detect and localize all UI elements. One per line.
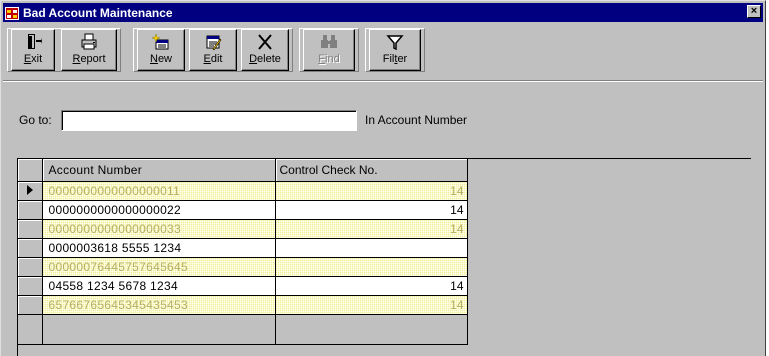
delete-x-icon bbox=[242, 33, 288, 51]
column-header-control-check[interactable]: Control Check No. bbox=[275, 159, 468, 182]
toolbar: Exit Report New Edit Delete Find Filter bbox=[3, 24, 763, 76]
header-row: Account Number Control Check No. bbox=[18, 159, 468, 182]
column-header-account-number[interactable]: Account Number bbox=[42, 159, 276, 182]
table-row[interactable]: 0000000000000000033 14 bbox=[18, 219, 468, 239]
close-button[interactable]: × bbox=[747, 5, 761, 18]
filter-button[interactable]: Filter bbox=[369, 29, 421, 71]
table-row[interactable]: 04558 1234 5678 1234 14 bbox=[18, 276, 468, 296]
empty-cell bbox=[275, 314, 468, 345]
find-button-label: Find bbox=[318, 53, 340, 65]
accounts-table: Account Number Control Check No. 0000000… bbox=[18, 159, 468, 345]
row-selector[interactable] bbox=[18, 257, 43, 277]
new-button-label: New bbox=[149, 53, 172, 65]
row-selector[interactable] bbox=[18, 238, 43, 258]
table-row[interactable]: 0000007644575764564​5 bbox=[18, 257, 468, 277]
account-number-cell[interactable]: 0000000000000000022 bbox=[42, 200, 276, 220]
printer-icon bbox=[62, 33, 116, 51]
binoculars-icon bbox=[304, 33, 354, 51]
report-button-label: Report bbox=[72, 53, 106, 65]
table-row-empty bbox=[18, 314, 468, 345]
exit-door-icon bbox=[12, 33, 54, 51]
edit-button[interactable]: Edit bbox=[189, 29, 237, 71]
table-row[interactable]: 0000003618 5555 1234 bbox=[18, 238, 468, 258]
current-row-arrow-icon bbox=[26, 184, 34, 198]
account-number-cell[interactable]: 0000000000000000033 bbox=[42, 219, 276, 239]
control-check-cell[interactable]: 14 bbox=[275, 295, 468, 315]
app-window: Bad Account Maintenance × Exit Report Ne… bbox=[0, 0, 766, 356]
toolbar-divider bbox=[3, 80, 763, 82]
table-row[interactable]: 0000000000000000022 14 bbox=[18, 200, 468, 220]
filter-button-label: Filter bbox=[382, 53, 408, 65]
control-check-cell[interactable]: 14 bbox=[275, 200, 468, 220]
account-number-cell[interactable]: 04558 1234 5678 1234 bbox=[42, 276, 276, 296]
new-record-icon bbox=[138, 33, 184, 51]
header-row-selector[interactable] bbox=[18, 159, 43, 182]
control-check-cell[interactable]: 14 bbox=[275, 181, 468, 201]
delete-button-label: Delete bbox=[249, 53, 281, 65]
account-number-cell[interactable]: 65766765645345435453 bbox=[42, 295, 276, 315]
report-button[interactable]: Report bbox=[61, 29, 117, 71]
table-row[interactable]: 65766765645345435453 14 bbox=[18, 295, 468, 315]
title-bar[interactable]: Bad Account Maintenance × bbox=[3, 3, 763, 22]
window-title: Bad Account Maintenance bbox=[23, 5, 173, 20]
goto-input[interactable] bbox=[61, 110, 357, 131]
edit-button-label: Edit bbox=[203, 53, 223, 65]
funnel-icon bbox=[370, 33, 420, 51]
row-selector[interactable] bbox=[18, 276, 43, 296]
control-check-cell[interactable] bbox=[275, 257, 468, 277]
delete-button[interactable]: Delete bbox=[241, 29, 289, 71]
edit-record-icon bbox=[190, 33, 236, 51]
app-grid-icon bbox=[5, 6, 19, 20]
account-number-cell[interactable]: 0000003618 5555 1234 bbox=[42, 238, 276, 258]
control-check-cell[interactable] bbox=[275, 238, 468, 258]
close-icon: × bbox=[750, 5, 758, 17]
exit-button[interactable]: Exit bbox=[11, 29, 55, 71]
row-selector[interactable] bbox=[18, 219, 43, 239]
empty-cell bbox=[42, 314, 276, 345]
row-selector[interactable] bbox=[18, 200, 43, 220]
table-row[interactable]: 0000000000000000011 14 bbox=[18, 181, 468, 201]
goto-label: Go to: bbox=[19, 113, 52, 127]
find-button[interactable]: Find bbox=[303, 29, 355, 71]
new-button[interactable]: New bbox=[137, 29, 185, 71]
row-selector-empty bbox=[18, 314, 43, 345]
account-number-cell[interactable]: 0000007644575764564​5 bbox=[42, 257, 276, 277]
goto-suffix-label: In Account Number bbox=[365, 113, 468, 127]
exit-button-label: Exit bbox=[23, 53, 43, 65]
control-check-cell[interactable]: 14 bbox=[275, 219, 468, 239]
row-selector[interactable] bbox=[18, 295, 43, 315]
accounts-grid: Account Number Control Check No. 0000000… bbox=[17, 158, 751, 356]
control-check-cell[interactable]: 14 bbox=[275, 276, 468, 296]
account-number-cell[interactable]: 0000000000000000011 bbox=[42, 181, 276, 201]
row-selector[interactable] bbox=[18, 181, 43, 201]
